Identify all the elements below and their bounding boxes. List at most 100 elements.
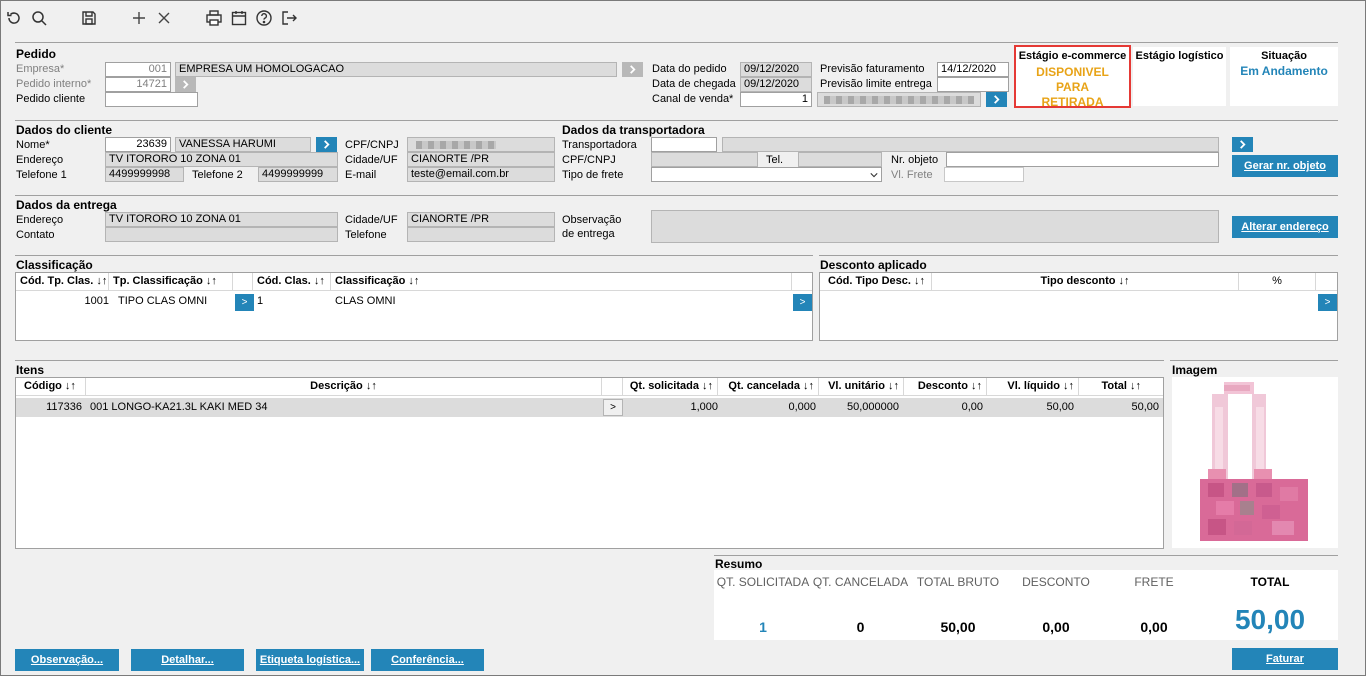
column-header[interactable]: Tipo desconto ↓↑ xyxy=(932,273,1239,291)
calendar-icon[interactable] xyxy=(229,8,249,28)
column-header[interactable]: Cód. Tipo Desc. ↓↑ xyxy=(820,273,932,291)
observacao-entrega-label-line2: de entrega xyxy=(562,228,615,240)
column-header[interactable]: Cód. Tp. Clas. ↓↑ xyxy=(16,273,109,291)
column-header[interactable]: Qt. cancelada ↓↑ xyxy=(718,378,819,396)
column-header[interactable]: Total ↓↑ xyxy=(1079,378,1163,396)
resumo-qt-cancelada-label: QT. CANCELADA xyxy=(812,575,909,589)
empresa-lookup-button[interactable] xyxy=(622,62,643,77)
classificacao-grid: Cód. Tp. Clas. ↓↑ Tp. Classificação ↓↑ C… xyxy=(15,272,813,341)
classificacao-row-lookup-button[interactable]: > xyxy=(235,294,254,311)
telefone2-field: 4499999999 xyxy=(258,167,338,182)
classificacao-edit-button[interactable]: > xyxy=(793,294,812,311)
tipo-frete-select[interactable] xyxy=(651,167,882,182)
transportadora-lookup-button[interactable] xyxy=(1232,137,1253,152)
close-icon[interactable] xyxy=(154,8,174,28)
table-row[interactable]: 117336 001 LONGO-KA21.3L KAKI MED 34 > 1… xyxy=(16,398,1163,417)
table-cell: 0,00 xyxy=(961,401,983,413)
section-title-resumo: Resumo xyxy=(715,557,763,571)
transportadora-code-field[interactable] xyxy=(651,137,717,152)
column-header[interactable]: Código ↓↑ xyxy=(16,378,86,396)
canal-venda-field[interactable]: 1 xyxy=(740,92,812,107)
transportadora-cpf-field xyxy=(651,152,758,167)
column-header xyxy=(1316,273,1337,291)
column-header[interactable]: Vl. unitário ↓↑ xyxy=(819,378,904,396)
etiqueta-logistica-button[interactable]: Etiqueta logística... xyxy=(256,649,364,671)
redacted-text xyxy=(416,141,496,149)
column-header xyxy=(792,273,812,291)
entrega-contato-label: Contato xyxy=(16,229,55,241)
section-title-transportadora: Dados da transportadora xyxy=(562,123,705,137)
vl-frete-field[interactable] xyxy=(944,167,1024,182)
product-bag-image xyxy=(1200,382,1308,541)
separator xyxy=(714,555,1338,556)
previsao-limite-field[interactable] xyxy=(937,77,1009,92)
card-title: Estágio e-commerce xyxy=(1018,50,1127,62)
pedido-interno-lookup-button[interactable] xyxy=(175,77,196,92)
separator xyxy=(819,255,1338,256)
cidade-uf-label: Cidade/UF xyxy=(345,154,398,166)
nr-objeto-field[interactable] xyxy=(946,152,1219,167)
empresa-name-field: EMPRESA UM HOMOLOGACAO xyxy=(175,62,617,77)
observacao-entrega-label: Observação xyxy=(562,214,622,226)
faturar-button[interactable]: Faturar xyxy=(1232,648,1338,670)
redacted-text xyxy=(824,96,974,104)
alterar-endereco-button[interactable]: Alterar endereço xyxy=(1232,216,1338,238)
card-title: Situação xyxy=(1261,50,1307,62)
search-icon[interactable] xyxy=(29,8,49,28)
detalhar-button[interactable]: Detalhar... xyxy=(131,649,244,671)
pedido-cliente-label: Pedido cliente xyxy=(16,93,86,105)
card-estagio-ecommerce: Estágio e-commerce DISPONIVEL PARA RETIR… xyxy=(1014,45,1131,109)
resumo-total-label: TOTAL xyxy=(1250,575,1290,589)
add-icon[interactable] xyxy=(129,8,149,28)
print-icon[interactable] xyxy=(204,8,224,28)
data-pedido-label: Data do pedido xyxy=(652,63,727,75)
table-cell: 50,00 xyxy=(1046,401,1074,413)
itens-grid: Código ↓↑ Descrição ↓↑ Qt. solicitada ↓↑… xyxy=(15,377,1164,549)
telefone1-label: Telefone 1 xyxy=(16,169,67,181)
canal-venda-lookup-button[interactable] xyxy=(986,92,1007,107)
separator xyxy=(15,42,1338,43)
cliente-lookup-button[interactable] xyxy=(316,137,337,152)
column-header[interactable]: Cód. Clas. ↓↑ xyxy=(253,273,331,291)
cliente-cidade-field: CIANORTE /PR xyxy=(407,152,555,167)
column-header[interactable]: Qt. solicitada ↓↑ xyxy=(623,378,718,396)
column-header xyxy=(602,378,623,396)
table-cell: 0,000 xyxy=(788,401,816,413)
save-icon[interactable] xyxy=(79,8,99,28)
column-header[interactable]: Tp. Classificação ↓↑ xyxy=(109,273,233,291)
empresa-code-field[interactable]: 001 xyxy=(105,62,171,77)
chevron-right-icon xyxy=(1240,140,1246,149)
help-icon[interactable] xyxy=(254,8,274,28)
section-title-pedido: Pedido xyxy=(16,47,57,61)
exit-icon[interactable] xyxy=(279,8,299,28)
product-image xyxy=(1172,377,1338,548)
desconto-grid: Cód. Tipo Desc. ↓↑ Tipo desconto ↓↑ % > xyxy=(819,272,1338,341)
gerar-nr-objeto-button[interactable]: Gerar nr. objeto xyxy=(1232,155,1338,177)
desconto-edit-button[interactable]: > xyxy=(1318,294,1337,311)
previsao-faturamento-label: Previsão faturamento xyxy=(820,63,925,75)
table-cell: 1 xyxy=(257,295,264,307)
column-header[interactable]: Classificação ↓↑ xyxy=(331,273,792,291)
cliente-endereco-field: TV ITORORO 10 ZONA 01 xyxy=(105,152,338,167)
observacao-button[interactable]: Observação... xyxy=(15,649,119,671)
table-cell: 50,000000 xyxy=(847,401,899,413)
resumo-qt-cancelada-value: 0 xyxy=(856,619,865,635)
cliente-code-field[interactable]: 23639 xyxy=(105,137,171,152)
pedido-cliente-field[interactable] xyxy=(105,92,198,107)
undo-icon[interactable] xyxy=(4,8,24,28)
previsao-faturamento-field[interactable]: 14/12/2020 xyxy=(937,62,1009,77)
cliente-email-field: teste@email.com.br xyxy=(407,167,555,182)
data-chegada-field: 09/12/2020 xyxy=(740,77,812,92)
column-header[interactable]: Vl. líquido ↓↑ xyxy=(987,378,1079,396)
conferencia-button[interactable]: Conferência... xyxy=(371,649,484,671)
column-header[interactable]: % xyxy=(1239,273,1316,291)
item-detail-button[interactable]: > xyxy=(603,399,623,416)
column-header[interactable]: Descrição ↓↑ xyxy=(86,378,602,396)
cliente-nome-field: VANESSA HARUMI xyxy=(175,137,311,152)
pedido-interno-field[interactable]: 14721 xyxy=(105,77,171,92)
estagio-ecommerce-value: DISPONIVEL PARA RETIRADA xyxy=(1036,65,1109,109)
column-header[interactable]: Desconto ↓↑ xyxy=(904,378,987,396)
entrega-contato-field xyxy=(105,227,338,242)
column-header xyxy=(233,273,253,291)
chevron-right-icon xyxy=(994,95,1000,104)
